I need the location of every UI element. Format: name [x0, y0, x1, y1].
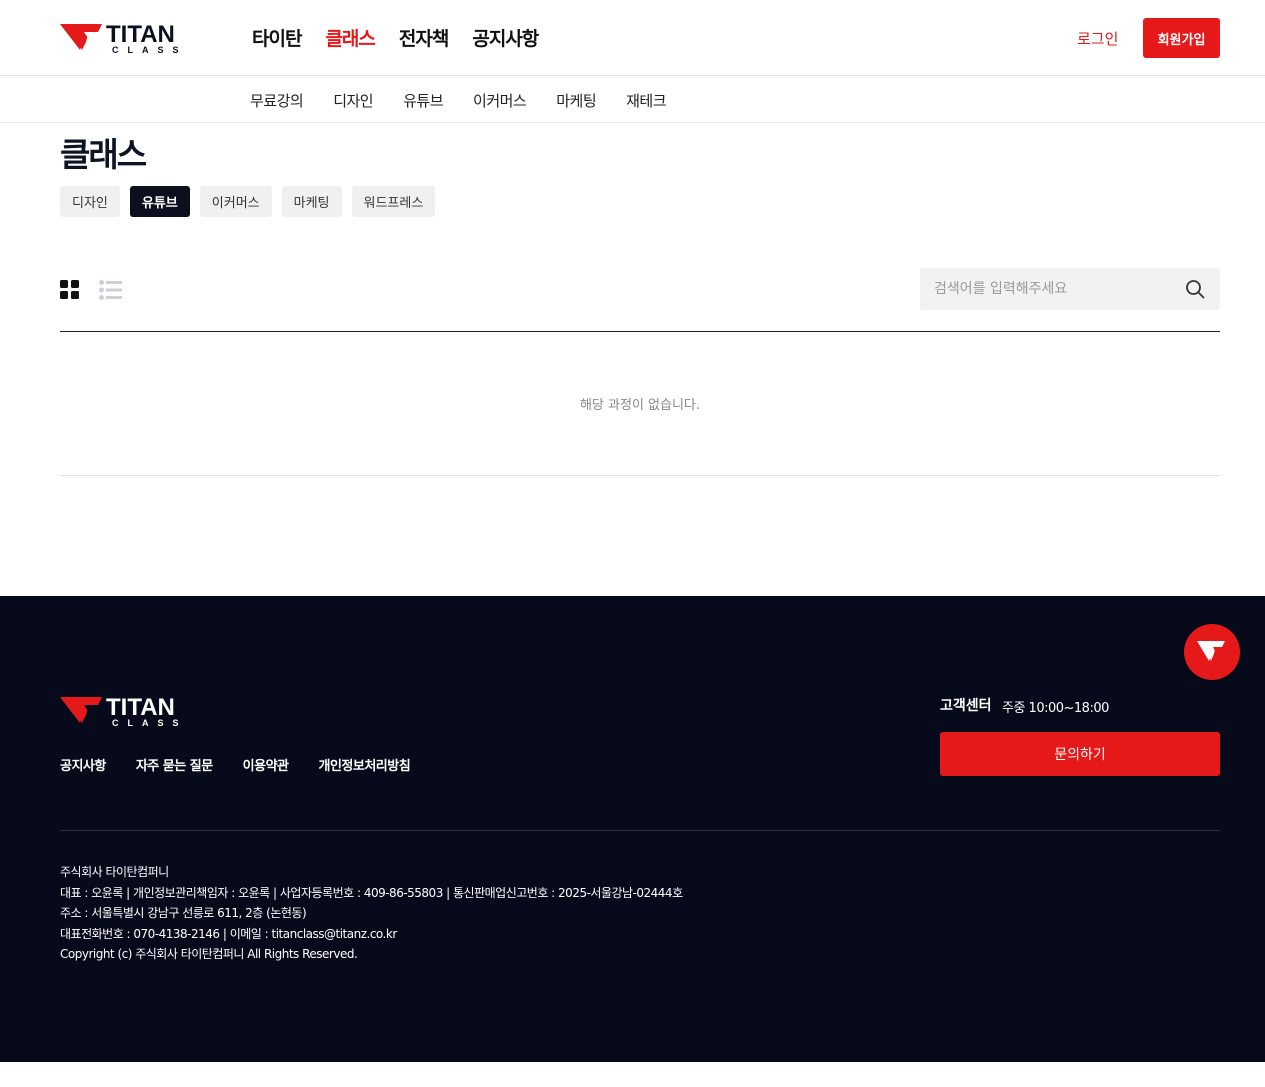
signup-button[interactable]: 회원가입 [1143, 18, 1220, 58]
nav-notice[interactable]: 공지사항 [472, 24, 539, 51]
footer-logo-subtext: CLASS [112, 718, 188, 727]
footer-link-notice[interactable]: 공지사항 [60, 755, 106, 774]
list-view-icon [99, 280, 122, 300]
customer-center-title: 고객센터 [940, 698, 992, 714]
grid-view-button[interactable] [60, 280, 80, 300]
chip-design[interactable]: 디자인 [60, 186, 120, 217]
company-contact: 대표전화번호 : 070-4138-2146 | 이메일 : titanclas… [60, 926, 397, 941]
titan-logo-icon: TITAN CLASS [60, 694, 188, 728]
footer-link-terms[interactable]: 이용약관 [243, 755, 289, 774]
logo-subtext: CLASS [112, 45, 188, 54]
chip-marketing[interactable]: 마케팅 [281, 186, 342, 217]
site-header: TITAN CLASS 타이탄 클래스 전자책 공지사항 로그인 회원가입 [0, 0, 1265, 76]
sub-nav: 무료강의 디자인 유튜브 이커머스 마케팅 재테크 [0, 77, 1265, 123]
category-chips: 디자인 유튜브 이커머스 마케팅 워드프레스 [60, 186, 436, 217]
login-link[interactable]: 로그인 [1077, 28, 1118, 49]
list-view-button[interactable] [99, 280, 122, 300]
grid-view-icon [60, 280, 79, 299]
empty-message: 해당 과정이 없습니다. [579, 398, 701, 413]
sub-nav-free[interactable]: 무료강의 [250, 90, 304, 111]
sub-nav-finance[interactable]: 재테크 [626, 90, 666, 111]
chip-ecommerce[interactable]: 이커머스 [199, 186, 272, 217]
customer-center-hours: 주중 10:00~18:00 [1002, 701, 1109, 716]
company-name: 주식회사 타이탄컴퍼니 [60, 865, 169, 879]
sub-nav-ecommerce[interactable]: 이커머스 [473, 90, 527, 111]
footer-divider [60, 830, 1220, 831]
search-box [920, 268, 1220, 310]
nav-ebook[interactable]: 전자책 [399, 24, 449, 51]
footer-link-privacy[interactable]: 개인정보처리방침 [319, 755, 411, 774]
company-address: 주소 : 서울특별시 강남구 선릉로 611, 2층 (논현동) [60, 906, 307, 920]
nav-titan[interactable]: 타이탄 [252, 24, 302, 51]
sub-nav-marketing[interactable]: 마케팅 [556, 90, 596, 111]
footer-links: 공지사항 자주 묻는 질문 이용약관 개인정보처리방침 [60, 755, 411, 774]
titan-logo[interactable]: TITAN CLASS [60, 22, 208, 54]
chip-youtube[interactable]: 유튜브 [129, 186, 190, 217]
search-icon [1186, 280, 1205, 299]
company-representative: 대표 : 오윤록 | 개인정보관리책임자 : 오윤록 | 사업자등록번호 : 4… [60, 885, 683, 900]
company-info: 주식회사 타이탄컴퍼니 대표 : 오윤록 | 개인정보관리책임자 : 오윤록 |… [60, 862, 683, 965]
chip-wordpress[interactable]: 워드프레스 [351, 186, 436, 217]
footer-logo[interactable]: TITAN CLASS [60, 694, 208, 728]
search-input[interactable] [934, 278, 1174, 300]
inquiry-button[interactable]: 문의하기 [940, 732, 1220, 776]
list-bottom-divider [60, 475, 1220, 476]
sub-nav-design[interactable]: 디자인 [333, 90, 373, 111]
main-nav: 타이탄 클래스 전자책 공지사항 [252, 24, 539, 51]
floating-chat-button[interactable] [1184, 624, 1240, 680]
list-top-divider [60, 331, 1220, 332]
titan-logo-icon: TITAN CLASS [60, 22, 188, 54]
search-button[interactable] [1185, 279, 1205, 299]
page-title: 클래스 [60, 135, 147, 174]
titan-chat-icon [1197, 641, 1225, 661]
site-footer [0, 596, 1265, 1062]
footer-link-faq[interactable]: 자주 묻는 질문 [136, 755, 213, 774]
nav-class[interactable]: 클래스 [325, 24, 375, 51]
copyright: Copyright (c) 주식회사 타이탄컴퍼니 All Rights Res… [60, 947, 358, 961]
sub-nav-youtube[interactable]: 유튜브 [403, 90, 443, 111]
